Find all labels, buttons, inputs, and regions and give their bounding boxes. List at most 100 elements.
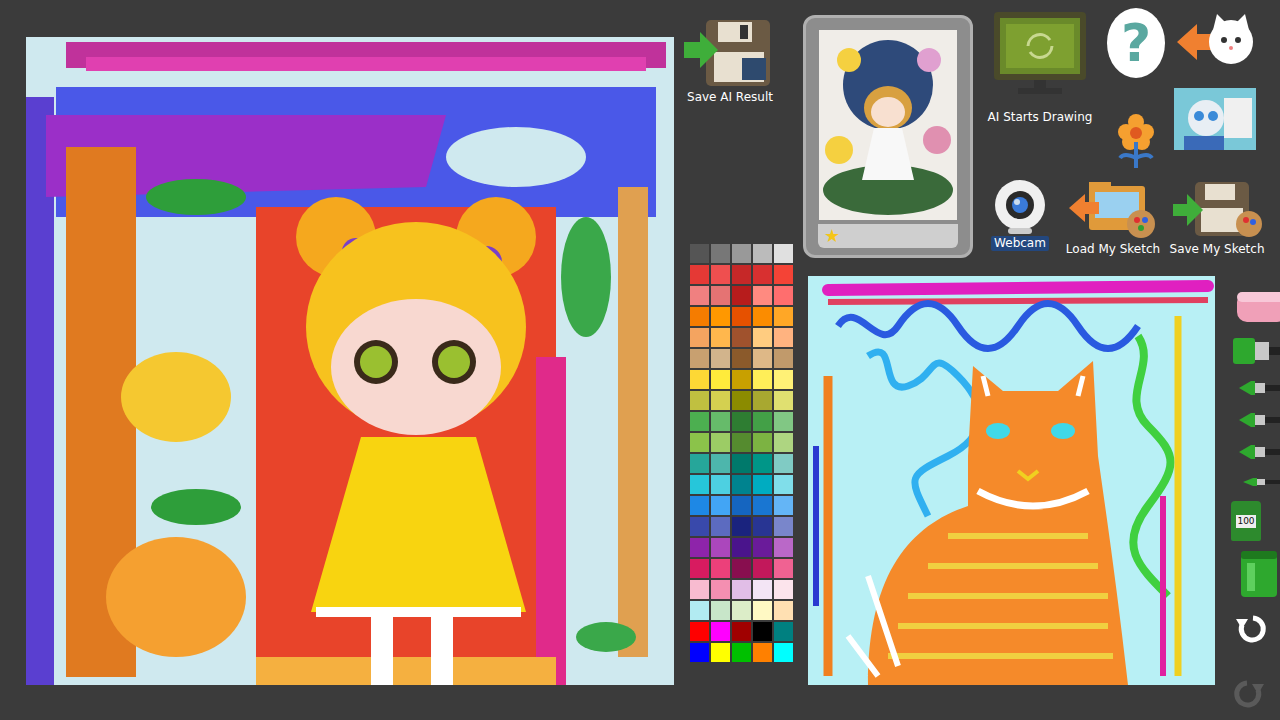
color-swatch[interactable] [711,559,730,578]
color-swatch[interactable] [711,391,730,410]
color-swatch[interactable] [711,370,730,389]
color-swatch[interactable] [774,622,793,641]
color-swatch[interactable] [732,328,751,347]
color-swatch[interactable] [711,538,730,557]
favorite-star[interactable]: ★ [824,226,840,246]
color-swatch[interactable] [774,433,793,452]
color-swatch[interactable] [690,559,709,578]
color-swatch[interactable] [774,349,793,368]
color-swatch[interactable] [690,475,709,494]
color-swatch[interactable] [753,370,772,389]
eraser-tool[interactable] [1221,290,1280,328]
redo-button[interactable] [1221,678,1280,717]
color-swatch[interactable] [753,328,772,347]
color-swatch[interactable] [732,433,751,452]
cat-artist-icon[interactable] [1174,88,1256,150]
color-swatch[interactable] [732,643,751,662]
webcam-button[interactable]: Webcam [985,178,1055,251]
brush-tool[interactable] [1221,378,1280,402]
color-swatch[interactable] [711,244,730,263]
color-swatch[interactable] [753,244,772,263]
color-swatch[interactable] [690,454,709,473]
color-swatch[interactable] [690,622,709,641]
color-swatch[interactable] [690,370,709,389]
color-swatch[interactable] [774,370,793,389]
color-swatch[interactable] [753,307,772,326]
color-swatch[interactable] [690,538,709,557]
color-swatch[interactable] [753,412,772,431]
color-swatch[interactable] [753,538,772,557]
color-swatch[interactable] [774,517,793,536]
color-swatch[interactable] [690,244,709,263]
bucket-tool[interactable] [1221,549,1280,605]
color-swatch[interactable] [732,265,751,284]
save-ai-result-button[interactable]: Save AI Result [678,0,782,244]
color-swatch[interactable] [732,244,751,263]
color-swatch[interactable] [690,433,709,452]
color-swatch[interactable] [753,643,772,662]
color-swatch[interactable] [711,601,730,620]
color-swatch[interactable] [732,307,751,326]
color-swatch[interactable] [711,328,730,347]
color-swatch[interactable] [753,496,772,515]
color-swatch[interactable] [690,307,709,326]
color-swatch[interactable] [774,286,793,305]
color-swatch[interactable] [774,643,793,662]
color-swatch[interactable] [690,286,709,305]
help-button[interactable]: ? [1107,8,1165,78]
color-swatch[interactable] [711,475,730,494]
color-swatch[interactable] [711,496,730,515]
color-swatch[interactable] [774,244,793,263]
color-swatch[interactable] [732,622,751,641]
ai-start-button[interactable]: AI Starts Drawing [985,0,1095,178]
color-swatch[interactable] [774,265,793,284]
color-swatch[interactable] [774,580,793,599]
color-swatch[interactable] [774,328,793,347]
color-swatch[interactable] [732,496,751,515]
color-swatch[interactable] [690,517,709,536]
color-swatch[interactable] [732,559,751,578]
color-swatch[interactable] [732,286,751,305]
flower-icon[interactable] [1116,112,1156,172]
paint-tube-tool[interactable]: 100 [1221,501,1280,541]
color-swatch[interactable] [711,307,730,326]
color-swatch[interactable] [711,412,730,431]
color-swatch[interactable] [690,328,709,347]
color-swatch[interactable] [690,643,709,662]
sketch-canvas[interactable] [808,276,1215,685]
roller-tool[interactable] [1221,336,1280,370]
color-swatch[interactable] [753,391,772,410]
color-swatch[interactable] [753,517,772,536]
color-swatch[interactable] [774,559,793,578]
color-swatch[interactable] [774,538,793,557]
color-swatch[interactable] [690,601,709,620]
color-swatch[interactable] [711,454,730,473]
cat-back-icon[interactable] [1175,12,1255,70]
color-swatch[interactable] [732,349,751,368]
save-sketch-button[interactable]: Save My Sketch [1165,178,1269,257]
color-swatch[interactable] [690,580,709,599]
color-swatch[interactable] [690,391,709,410]
color-swatch[interactable] [732,538,751,557]
color-swatch[interactable] [774,601,793,620]
color-swatch[interactable] [732,580,751,599]
color-swatch[interactable] [732,517,751,536]
load-sketch-button[interactable]: Load My Sketch [1061,178,1165,257]
color-swatch[interactable] [711,517,730,536]
color-swatch[interactable] [732,391,751,410]
color-swatch[interactable] [774,307,793,326]
color-swatch[interactable] [732,601,751,620]
color-swatch[interactable] [774,412,793,431]
color-swatch[interactable] [690,496,709,515]
undo-button[interactable] [1221,613,1280,652]
color-swatch[interactable] [774,454,793,473]
gallery-card[interactable]: ★ [803,15,973,258]
color-swatch[interactable] [690,265,709,284]
color-swatch[interactable] [690,349,709,368]
color-swatch[interactable] [753,622,772,641]
brush-tool[interactable] [1221,410,1280,434]
color-swatch[interactable] [753,265,772,284]
color-swatch[interactable] [711,433,730,452]
color-swatch[interactable] [753,349,772,368]
color-swatch[interactable] [732,370,751,389]
